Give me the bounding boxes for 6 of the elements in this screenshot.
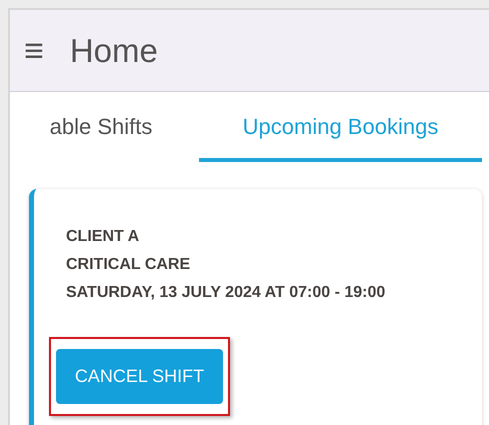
booking-detail: SATURDAY, 13 JULY 2024 AT 07:00 - 19:00 bbox=[65, 283, 386, 303]
menu-icon[interactable]: ≡ bbox=[24, 34, 44, 68]
booking-detail: CRITICAL CARE bbox=[65, 255, 192, 275]
tab[interactable]: able Shifts bbox=[10, 92, 199, 162]
booking-detail: CLIENT A bbox=[65, 227, 140, 247]
page-title: Home bbox=[70, 32, 158, 70]
